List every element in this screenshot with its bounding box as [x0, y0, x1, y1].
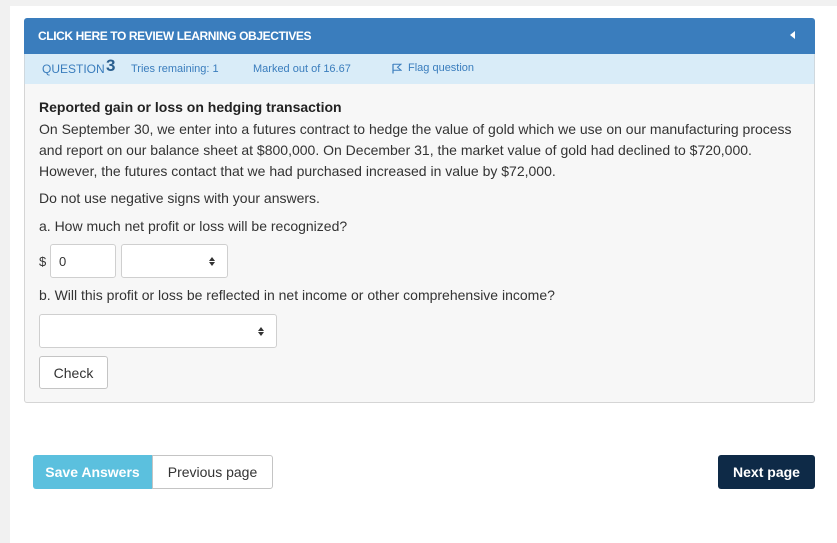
flag-question-link[interactable]: Flag question: [392, 62, 474, 74]
marked-out-of: Marked out of 16.67: [253, 63, 351, 75]
collapse-caret-icon[interactable]: [790, 31, 795, 39]
flag-question-label: Flag question: [408, 62, 475, 74]
part-b-prompt: b. Will this profit or loss be reflected…: [39, 287, 555, 303]
select-arrows-icon: [209, 257, 216, 266]
question-info-bar: QUESTION 3 Tries remaining: 1 Marked out…: [24, 54, 815, 84]
question-text: On September 30, we enter into a futures…: [39, 121, 792, 179]
tries-remaining: Tries remaining: 1: [131, 63, 219, 75]
question-title: Reported gain or loss on hedging transac…: [39, 99, 342, 115]
part-a-prompt: a. How much net profit or loss will be r…: [39, 218, 348, 234]
check-button[interactable]: Check: [39, 356, 108, 389]
question-label: QUESTION: [42, 62, 105, 76]
learning-objectives-bar[interactable]: CLICK HERE TO REVIEW LEARNING OBJECTIVES: [24, 18, 815, 54]
learning-objectives-label: CLICK HERE TO REVIEW LEARNING OBJECTIVES: [38, 29, 312, 43]
save-answers-button[interactable]: Save Answers: [33, 455, 152, 489]
instruction-text: Do not use negative signs with your answ…: [39, 190, 320, 206]
question-content: Reported gain or loss on hedging transac…: [24, 84, 815, 403]
question-number: 3: [106, 56, 116, 75]
income-type-select[interactable]: [39, 314, 277, 348]
next-page-button[interactable]: Next page: [718, 455, 815, 489]
previous-page-button[interactable]: Previous page: [152, 455, 273, 489]
amount-input[interactable]: [50, 244, 116, 278]
currency-symbol: $: [39, 254, 47, 269]
select-arrows-icon: [258, 327, 265, 336]
flag-icon: [392, 63, 402, 73]
profit-loss-select[interactable]: [121, 244, 228, 278]
